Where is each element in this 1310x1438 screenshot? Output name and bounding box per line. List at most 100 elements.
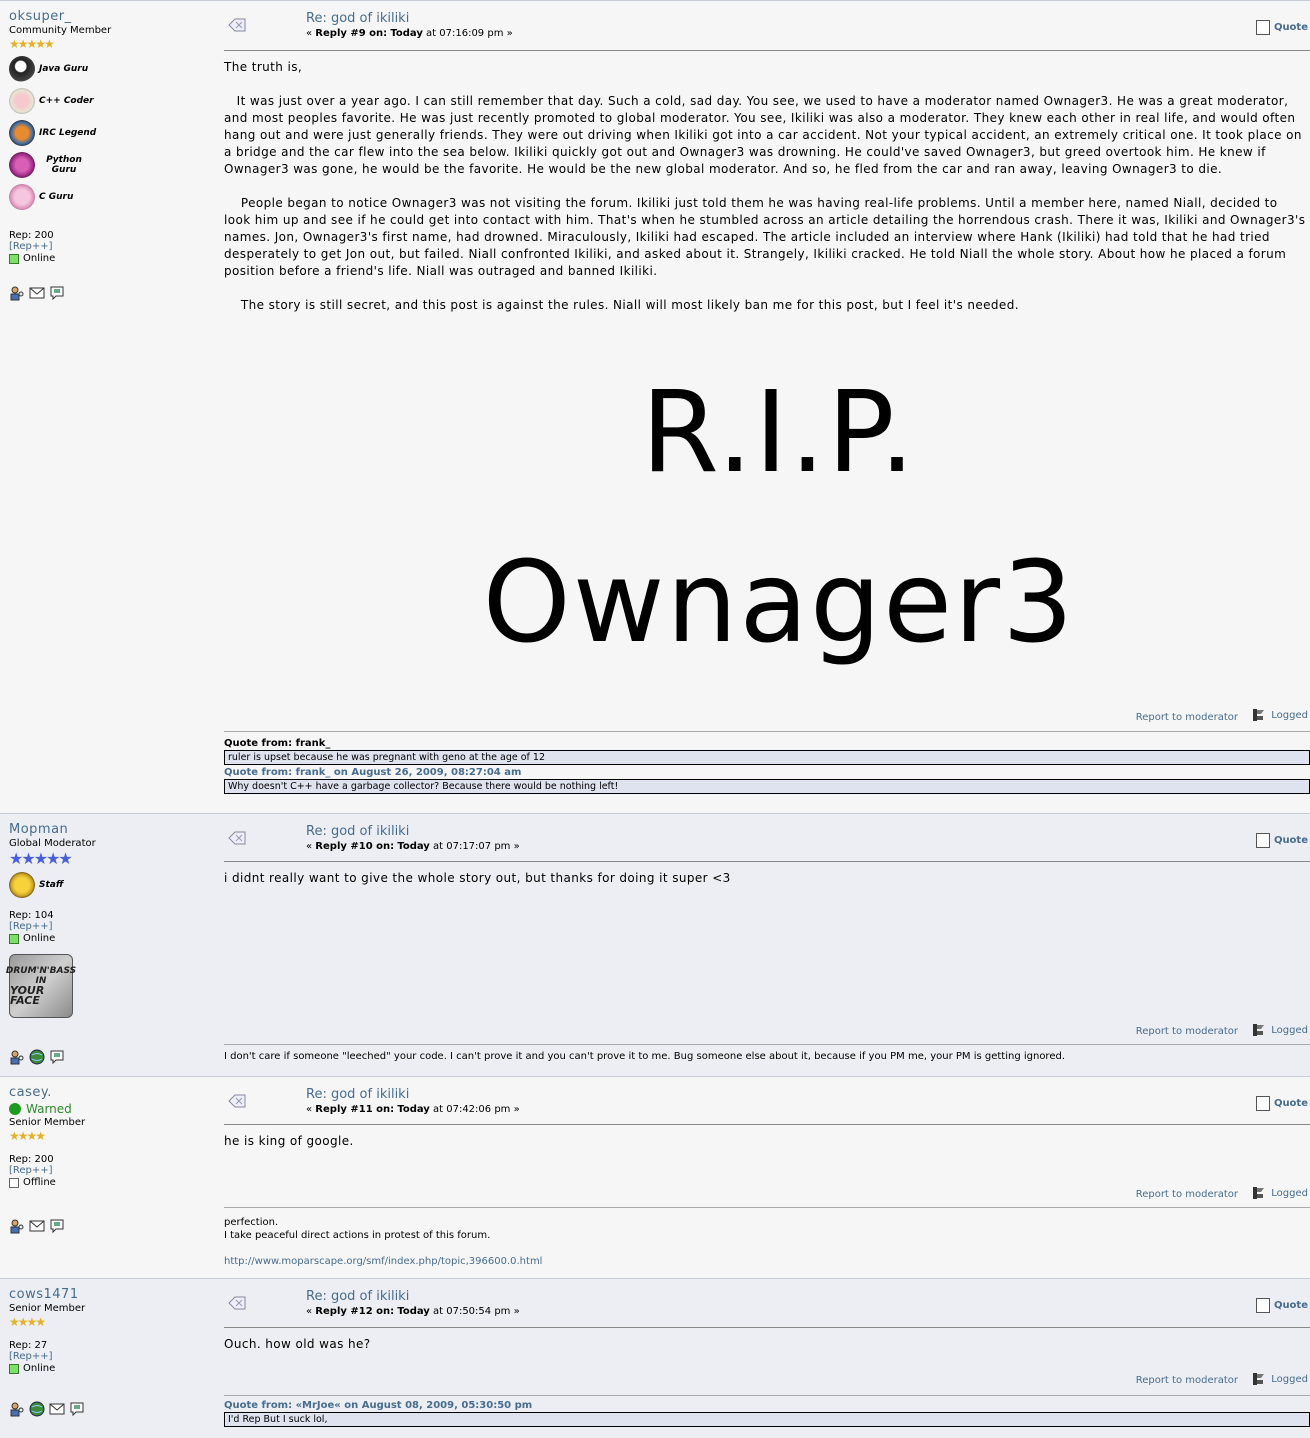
profile-icon[interactable] — [9, 1218, 25, 1234]
quote-button[interactable]: Quote — [1255, 1298, 1308, 1313]
post-reply-info: « Reply #10 on: Today at 07:17:07 pm » — [306, 841, 520, 852]
badge-java-guru: Java Guru — [9, 54, 209, 84]
signature-divider — [224, 1207, 1310, 1208]
quote-button[interactable]: Quote — [1255, 833, 1308, 848]
rep-count: Rep: 104 — [9, 910, 54, 921]
rank-stars: ★★★★ — [9, 1129, 46, 1143]
online-indicator-icon — [9, 253, 19, 264]
rank-stars: ★★★★★ — [9, 37, 55, 51]
warning-dot-icon — [9, 1103, 21, 1115]
poster-username[interactable]: casey. — [9, 1085, 209, 1100]
rep-plus-link[interactable]: [Rep++] — [9, 241, 209, 252]
profile-icon[interactable] — [9, 285, 25, 301]
signature-divider — [224, 731, 1310, 732]
post-divider — [224, 1124, 1310, 1125]
pm-icon[interactable] — [69, 1401, 85, 1417]
quote-icon — [1255, 833, 1270, 848]
member-group: Global Moderator — [9, 838, 96, 849]
signature: I don't care if someone "leeched" your c… — [224, 1051, 1066, 1062]
profile-icon[interactable] — [9, 1401, 25, 1417]
pm-icon[interactable] — [49, 1218, 65, 1234]
rip-heading: R.I.P. — [641, 368, 917, 498]
logged-icon — [1253, 1024, 1265, 1036]
python-sprite-icon — [9, 152, 35, 178]
website-icon[interactable] — [29, 1049, 45, 1065]
post-reply-10: Mopman Global Moderator ★★★★★ Staff Rep:… — [0, 813, 1310, 1076]
member-group: Community Member — [9, 25, 112, 36]
rip-name: Ownager3 — [482, 538, 1076, 668]
post-subject[interactable]: Re: god of ikiliki — [306, 1289, 409, 1304]
report-to-moderator-link[interactable]: Report to moderator — [1136, 1375, 1238, 1386]
xx-message-icon — [228, 831, 246, 845]
badge-staff: Staff — [9, 870, 209, 900]
quote-button[interactable]: Quote — [1255, 20, 1308, 35]
quote-body: Why doesn't C++ have a garbage collector… — [224, 779, 1310, 794]
badge-c-guru: C Guru — [9, 182, 209, 212]
pm-icon[interactable] — [49, 285, 65, 301]
report-to-moderator-link[interactable]: Report to moderator — [1136, 712, 1238, 723]
poster-username[interactable]: Mopman — [9, 822, 209, 837]
post-subject[interactable]: Re: god of ikiliki — [306, 11, 409, 26]
quote-header-link[interactable]: Quote from: «MrJoe« on August 08, 2009, … — [224, 1400, 1310, 1411]
post-reply-9: oksuper_ Community Member ★★★★★ Java Gur… — [0, 0, 1310, 813]
signature: perfection. I take peaceful direct actio… — [224, 1216, 1310, 1268]
signature-link[interactable]: http://www.moparscape.org/smf/index.php/… — [224, 1255, 1310, 1268]
rep-count: Rep: 200 — [9, 230, 54, 241]
rep-plus-link[interactable]: [Rep++] — [9, 921, 209, 932]
post-body: he is king of google. — [224, 1134, 354, 1148]
warned-status: Warned — [9, 1102, 209, 1116]
xx-message-icon — [228, 1094, 246, 1108]
logged-icon — [1253, 709, 1265, 721]
logged-status: Logged — [1251, 1185, 1308, 1201]
avatar: DRUM'N'BASS IN YOUR FACE — [6, 954, 76, 1018]
rank-stars: ★★★★ — [9, 1315, 46, 1329]
cpp-sprite-icon — [9, 88, 35, 114]
rep-plus-link[interactable]: [Rep++] — [9, 1165, 209, 1176]
poster-info: Mopman Global Moderator ★★★★★ Staff Rep:… — [6, 822, 209, 1018]
signature-divider — [224, 1395, 1310, 1396]
email-icon[interactable] — [49, 1401, 65, 1417]
post-reply-12: cows1471 Senior Member ★★★★ Rep: 27 [Rep… — [0, 1278, 1310, 1438]
report-to-moderator-link[interactable]: Report to moderator — [1136, 1026, 1238, 1037]
quote-icon — [1255, 1298, 1270, 1313]
offline-status: Offline — [9, 1177, 209, 1188]
email-icon[interactable] — [29, 1218, 45, 1234]
poster-info: cows1471 Senior Member ★★★★ Rep: 27 [Rep… — [9, 1287, 209, 1374]
rep-plus-link[interactable]: [Rep++] — [9, 1351, 209, 1362]
post-reply-11: casey. Warned Senior Member ★★★★ Rep: 20… — [0, 1076, 1310, 1278]
quote-icon — [1255, 20, 1270, 35]
post-divider — [224, 50, 1310, 51]
online-indicator-icon — [9, 933, 19, 944]
badge-cpp-coder: C++ Coder — [9, 86, 209, 116]
online-status: Online — [9, 933, 209, 944]
c-sprite-icon — [9, 184, 35, 210]
signature-divider — [224, 1044, 1310, 1045]
post-divider — [224, 1327, 1310, 1328]
quote-body: ruler is upset because he was pregnant w… — [224, 750, 1310, 765]
website-icon[interactable] — [29, 1401, 45, 1417]
post-divider — [224, 861, 1310, 862]
post-subject[interactable]: Re: god of ikiliki — [306, 824, 409, 839]
staff-sprite-icon — [9, 872, 35, 898]
poster-username[interactable]: cows1471 — [9, 1287, 209, 1302]
quote-button[interactable]: Quote — [1255, 1096, 1308, 1111]
member-group: Senior Member — [9, 1117, 86, 1128]
online-status: Online — [9, 253, 209, 264]
profile-icon[interactable] — [9, 1049, 25, 1065]
rep-count: Rep: 27 — [9, 1340, 48, 1351]
poster-username[interactable]: oksuper_ — [9, 9, 209, 24]
java-sprite-icon — [9, 56, 35, 82]
online-status: Online — [9, 1363, 209, 1374]
member-group: Senior Member — [9, 1303, 86, 1314]
post-body: The truth is, It was just over a year ag… — [224, 60, 1310, 312]
poster-actions — [9, 1401, 85, 1417]
pm-icon[interactable] — [49, 1049, 65, 1065]
post-subject[interactable]: Re: god of ikiliki — [306, 1087, 409, 1102]
poster-actions — [9, 1049, 65, 1065]
quote-header-link[interactable]: Quote from: frank_ on August 26, 2009, 0… — [224, 767, 1310, 778]
email-icon[interactable] — [29, 285, 45, 301]
poster-actions — [9, 1218, 65, 1234]
logged-icon — [1253, 1187, 1265, 1199]
report-to-moderator-link[interactable]: Report to moderator — [1136, 1189, 1238, 1200]
post-reply-info: « Reply #9 on: Today at 07:16:09 pm » — [306, 28, 513, 39]
